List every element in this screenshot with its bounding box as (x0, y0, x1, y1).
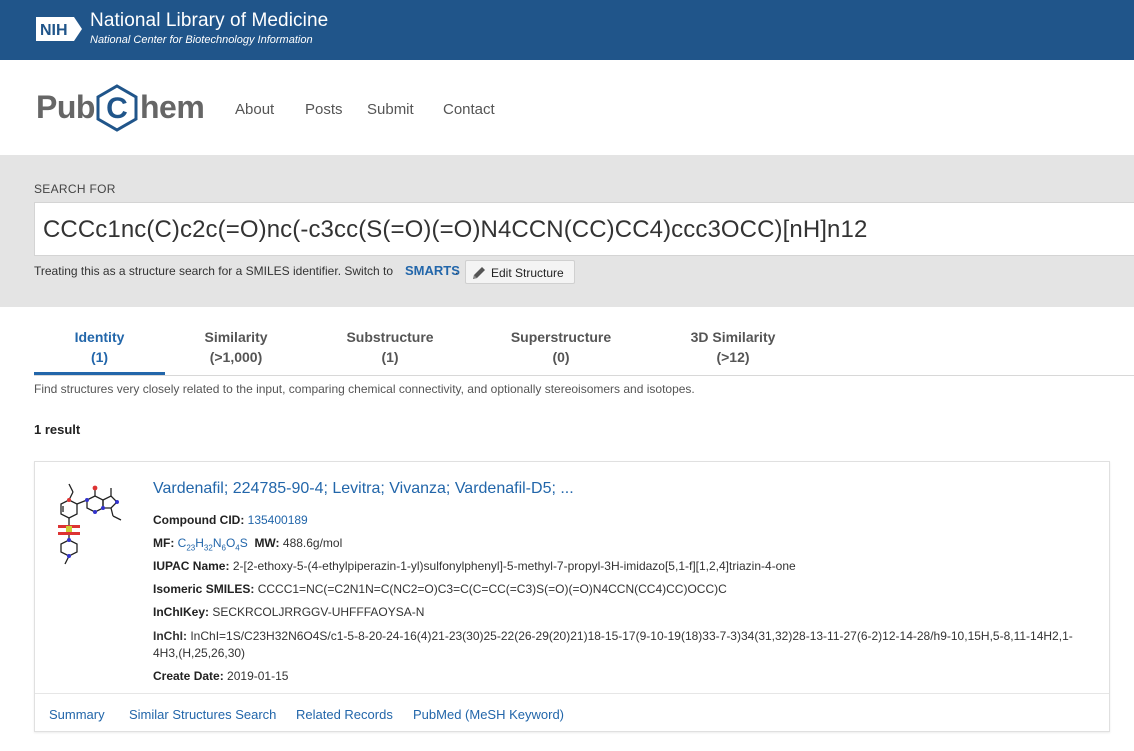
create-date-label: Create Date: (153, 669, 224, 683)
iupac-row: IUPAC Name: 2-[2-ethoxy-5-(4-ethylpipera… (153, 559, 796, 573)
edit-structure-label: Edit Structure (491, 266, 564, 280)
tab-count: (1) (381, 349, 399, 365)
search-panel: SEARCH FOR CCCc1nc(C)c2c(=O)nc(-c3cc(S(=… (0, 155, 1134, 307)
smiles-row: Isomeric SMILES: CCCC1=NC(=C2N1N=C(NC2=O… (153, 582, 727, 596)
search-query[interactable]: CCCc1nc(C)c2c(=O)nc(-c3cc(S(=O)(=O)N4CCN… (43, 216, 867, 244)
tab-label: Substructure (346, 329, 434, 345)
molecular-formula-link[interactable]: C23H32N6O4S (178, 536, 248, 552)
edit-structure-button[interactable]: Edit Structure (465, 260, 575, 284)
tab-label: Identity (74, 329, 125, 345)
inchi-value: InChI=1S/C23H32N6O4S/c1-5-8-20-24-16(4)2… (153, 629, 1073, 660)
search-input[interactable]: CCCc1nc(C)c2c(=O)nc(-c3cc(S(=O)(=O)N4CCN… (34, 202, 1134, 256)
smiles-value: CCCC1=NC(=C2N1N=C(NC2=O)C3=C(C=CC(=C3)S(… (257, 582, 727, 596)
nav-about[interactable]: About (235, 101, 274, 118)
tab-label: 3D Similarity (690, 329, 776, 345)
create-date-row: Create Date: 2019-01-15 (153, 669, 288, 683)
inchi-row: InChI: InChI=1S/C23H32N6O4S/c1-5-8-20-24… (153, 628, 1093, 662)
related-records-link[interactable]: Related Records (296, 707, 393, 722)
pubchem-logo-c: C (106, 92, 128, 125)
nav-submit[interactable]: Submit (367, 101, 414, 118)
tab-count: (>1,000) (209, 349, 263, 365)
tab-3d-similarity[interactable]: 3D Similarity (>12) (673, 320, 793, 375)
pencil-icon (473, 267, 485, 279)
card-footer: Summary Similar Structures Search Relate… (35, 693, 1109, 732)
tab-count: (0) (552, 349, 570, 365)
search-note-end: . (455, 263, 459, 277)
result-count: 1 result (34, 422, 81, 437)
pubchem-logo-hem: hem (140, 89, 205, 125)
cid-link[interactable]: 135400189 (248, 513, 308, 527)
nih-banner: NIH National Library of Medicine Nationa… (0, 0, 1134, 60)
pubchem-logo[interactable]: Pub C hem (36, 83, 211, 133)
summary-link[interactable]: Summary (49, 707, 105, 722)
tab-count: (>12) (716, 349, 750, 365)
search-note: Treating this as a structure search for … (34, 264, 394, 278)
nih-logo[interactable]: NIH (34, 15, 84, 43)
pubchem-header: Pub C hem About Posts Submit Contact (0, 60, 1134, 155)
search-label: SEARCH FOR (34, 182, 116, 196)
create-date-value: 2019-01-15 (227, 669, 289, 683)
nav-contact[interactable]: Contact (443, 101, 495, 118)
cid-label: Compound CID: (153, 513, 245, 527)
tab-count: (1) (90, 349, 109, 365)
inchi-label: InChI: (153, 629, 187, 643)
nav-posts[interactable]: Posts (305, 101, 343, 118)
iupac-label: IUPAC Name: (153, 559, 230, 573)
mf-row: MF: C23H32N6O4S MW: 488.6g/mol (153, 536, 342, 552)
search-tabs: Identity (1) Similarity (>1,000) Substru… (34, 320, 1134, 376)
mf-label: MF: (153, 536, 175, 550)
inchikey-label: InChIKey: (153, 605, 210, 619)
smarts-link[interactable]: SMARTS (405, 263, 460, 278)
tab-description: Find structures very closely related to … (34, 382, 695, 396)
inchikey-value: SECKRCOLJRRGGV-UHFFFAOYSA-N (212, 605, 425, 619)
mw-label: MW: (254, 536, 280, 550)
pubchem-logo-pub: Pub (36, 89, 95, 125)
cid-row: Compound CID: 135400189 (153, 513, 308, 527)
inchikey-row: InChIKey: SECKRCOLJRRGGV-UHFFFAOYSA-N (153, 605, 424, 619)
structure-thumbnail-icon[interactable] (49, 470, 139, 570)
mw-value: 488.6g/mol (282, 536, 343, 550)
nih-title[interactable]: National Library of Medicine (90, 10, 328, 32)
tab-substructure[interactable]: Substructure (1) (330, 320, 450, 375)
nih-logo-text: NIH (40, 22, 68, 39)
tab-label: Similarity (204, 329, 268, 345)
tab-label: Superstructure (510, 329, 612, 345)
tab-superstructure[interactable]: Superstructure (0) (496, 320, 626, 375)
tab-identity[interactable]: Identity (1) (34, 320, 165, 375)
result-card: Vardenafil; 224785-90-4; Levitra; Vivanz… (34, 461, 1110, 732)
smiles-label: Isomeric SMILES: (153, 582, 255, 596)
similar-structures-link[interactable]: Similar Structures Search (129, 707, 276, 722)
tab-similarity[interactable]: Similarity (>1,000) (186, 320, 286, 375)
nih-subtitle[interactable]: National Center for Biotechnology Inform… (90, 34, 313, 46)
compound-title-link[interactable]: Vardenafil; 224785-90-4; Levitra; Vivanz… (153, 480, 574, 498)
iupac-value: 2-[2-ethoxy-5-(4-ethylpiperazin-1-yl)sul… (232, 559, 796, 573)
pubmed-link[interactable]: PubMed (MeSH Keyword) (413, 707, 564, 722)
hexagon-icon: C (96, 84, 138, 132)
